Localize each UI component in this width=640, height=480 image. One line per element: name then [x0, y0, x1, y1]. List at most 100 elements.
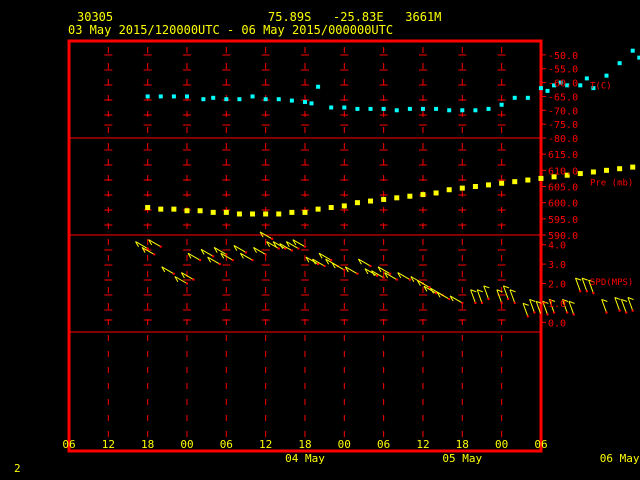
- wind-station-dot: [382, 276, 385, 279]
- temperature-point: [276, 97, 281, 102]
- temperature-point: [486, 106, 491, 111]
- wind-barb: [529, 298, 536, 314]
- temperature-point: [355, 106, 360, 111]
- x-tick-label: 12: [416, 438, 429, 451]
- wind-barb: [371, 270, 385, 279]
- pressure-point: [446, 187, 452, 193]
- x-tick-label: 06: [377, 438, 390, 451]
- wind-station-dot: [185, 282, 189, 285]
- wind-station-dot: [487, 297, 490, 301]
- wind-station-dot: [506, 297, 510, 301]
- wind-barb: [476, 289, 484, 305]
- x-tick-label: 00: [338, 438, 351, 451]
- temperature-point: [211, 95, 216, 100]
- wind-station-dot: [565, 311, 569, 314]
- wind-station-dot: [146, 247, 149, 250]
- wind-barb: [239, 252, 254, 262]
- temperature-point: [263, 97, 268, 102]
- wind-barb: [312, 258, 326, 268]
- wind-station-dot: [251, 259, 254, 262]
- wind-station-dot: [500, 301, 503, 305]
- wind-station-dot: [461, 301, 464, 305]
- temperature-point: [171, 94, 176, 99]
- y-tick-label: 600.0: [548, 199, 578, 210]
- pressure-point: [328, 205, 334, 211]
- pressure-point: [184, 208, 190, 214]
- wind-barb: [233, 245, 248, 254]
- temperature-point: [420, 106, 425, 111]
- temperature-point: [184, 94, 189, 99]
- wind-station-dot: [218, 262, 221, 266]
- wind-barb: [496, 289, 503, 305]
- wind-station-dot: [290, 249, 294, 252]
- wind-station-dot: [631, 309, 634, 312]
- temperature-point: [316, 84, 321, 89]
- pressure-point: [433, 190, 439, 196]
- wind-barb: [436, 291, 451, 301]
- day-label: 06 May: [600, 452, 640, 465]
- temperature-point: [250, 94, 255, 99]
- temperature-point: [525, 95, 530, 100]
- y-axis-label: T(C): [590, 82, 612, 92]
- wind-barb: [614, 297, 621, 312]
- pressure-point: [145, 205, 151, 211]
- y-tick-label: 595.0: [548, 215, 578, 226]
- temperature-point: [289, 98, 294, 103]
- pressure-point: [263, 211, 269, 217]
- pressure-point: [538, 175, 544, 181]
- wind-station-dot: [539, 313, 543, 316]
- pressure-point: [341, 203, 347, 209]
- wind-barb: [364, 268, 379, 277]
- temperature-point: [237, 97, 242, 102]
- pressure-point: [368, 198, 374, 204]
- wind-station-dot: [572, 313, 575, 316]
- wind-station-dot: [369, 264, 372, 268]
- wind-station-dot: [395, 278, 398, 281]
- wind-station-dot: [447, 297, 451, 301]
- wind-barb: [357, 258, 372, 268]
- pressure-point: [407, 193, 413, 199]
- y-tick-label: 0.0: [548, 318, 566, 329]
- wind-station-dot: [408, 278, 412, 281]
- wind-barb: [627, 297, 634, 312]
- temperature-point: [434, 106, 439, 111]
- day-label: 05 May: [442, 452, 482, 465]
- wind-barb: [174, 276, 189, 285]
- axis-layer: -50.0 -55.0 -60.0 -65.0 -70.0 -75.0 -80.0 T(C) 6…: [62, 51, 639, 465]
- temperature-point: [342, 105, 347, 110]
- pressure-point: [354, 200, 360, 206]
- pressure-point: [197, 208, 203, 214]
- plot-area-svg: -50.0 -55.0 -60.0 -65.0 -70.0 -75.0 -80.0 T(C) 6…: [62, 39, 640, 465]
- wind-station-dot: [297, 247, 300, 250]
- temperature-point: [224, 97, 229, 102]
- temperature-point: [512, 95, 517, 100]
- wind-barb: [161, 266, 176, 275]
- pressure-point: [210, 209, 216, 215]
- pressure-point: [381, 196, 387, 202]
- wind-station-dot: [192, 278, 195, 281]
- wind-barb: [581, 277, 589, 293]
- wind-station-dot: [526, 315, 530, 318]
- wind-barb: [148, 239, 162, 248]
- wind-barb: [305, 256, 320, 266]
- wind-station-dot: [172, 272, 176, 275]
- pressure-point: [223, 209, 229, 215]
- temperature-point: [302, 99, 307, 104]
- wind-station-dot: [480, 301, 484, 305]
- temperature-point: [604, 73, 609, 78]
- day-label: 04 May: [285, 452, 325, 465]
- wind-barb: [575, 277, 582, 293]
- pressure-point: [236, 211, 242, 217]
- wind-station-dot: [153, 253, 156, 256]
- pressure-point: [315, 206, 321, 212]
- y-tick-label: 605.0: [548, 183, 578, 194]
- wind-station-dot: [546, 313, 549, 316]
- pressure-point: [302, 209, 308, 215]
- pressure-point: [617, 166, 623, 172]
- temperature-point: [538, 86, 543, 91]
- pressure-point: [158, 206, 164, 212]
- y-tick-label: -50.0: [548, 51, 578, 62]
- wind-barb: [253, 246, 267, 256]
- meteogram-chart: 30305 75.89S -25.83E 3661M 03 May 2015/1…: [0, 0, 640, 480]
- temperature-point: [447, 108, 452, 113]
